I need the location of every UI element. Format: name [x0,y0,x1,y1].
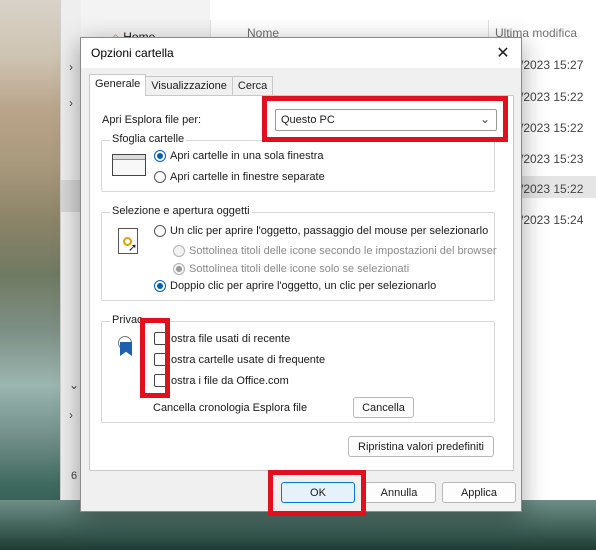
radio-single-click[interactable]: Un clic per aprire l'oggetto, passaggio … [154,225,488,237]
file-date: /2023 15:24 [520,213,584,227]
privacy-title: Privac [110,314,145,326]
chevron-right-icon[interactable]: › [69,408,73,422]
click-cursor-icon: ➚ [118,228,138,254]
checkbox-recent-files[interactable]: ostra file usati di recente [154,332,290,345]
radio-button[interactable] [154,171,166,183]
checkbox[interactable] [154,374,167,387]
radio-label: Un clic per aprire l'oggetto, passaggio … [170,225,489,237]
tab-cerca[interactable]: Cerca [231,76,274,96]
navigation-pane [61,0,81,500]
clear-history-button[interactable]: Cancella [353,397,414,418]
chevron-right-icon[interactable]: › [69,96,73,110]
radio-label: Sottolinea titoli delle icone secondo le… [189,245,497,257]
radio-same-window[interactable]: Apri cartelle in una sola finestra [154,150,323,162]
file-date: /2023 15:27 [520,58,584,72]
file-date: /2023 15:22 [520,182,584,196]
status-item-count: 6 [71,470,78,482]
radio-button[interactable] [173,245,185,257]
cancel-button[interactable]: Annulla [362,482,436,503]
radio-button[interactable] [173,263,185,275]
folder-window-icon [112,154,146,176]
open-explorer-label: Apri Esplora file per: [102,114,202,126]
tab-visualizzazione[interactable]: Visualizzazione [145,76,233,96]
checkbox[interactable] [154,353,167,366]
checkbox-label: ostra cartelle usate di frequente [171,353,326,366]
dialog-title: Opzioni cartella [91,46,174,60]
clear-history-label: Cancella cronologia Esplora file [153,402,308,414]
click-items-title: Selezione e apertura oggetti [110,205,252,217]
close-button[interactable]: ✕ [491,42,515,64]
checkbox[interactable] [154,332,167,345]
radio-separate-windows[interactable]: Apri cartelle in finestre separate [154,171,325,183]
radio-underline-hover[interactable]: Sottolinea titoli delle icone solo se se… [173,263,409,275]
open-explorer-value: Questo PC [281,114,335,126]
radio-button[interactable] [154,280,166,292]
apply-button[interactable]: Applica [442,482,516,503]
chevron-right-icon[interactable]: › [69,60,73,74]
restore-defaults-button[interactable]: Ripristina valori predefiniti [348,436,494,457]
radio-button[interactable] [154,150,166,162]
navigation-selected-item[interactable] [61,180,81,212]
open-explorer-select[interactable]: Questo PC ⌄ [275,109,497,131]
file-date: /2023 15:23 [520,152,584,166]
browse-folders-title: Sfoglia cartelle [110,133,187,145]
file-date: /2023 15:22 [520,121,584,135]
radio-label: Apri cartelle in finestre separate [170,171,325,183]
checkbox-label: ostra i file da Office.com [171,374,289,387]
tab-bar: Generale Visualizzazione Cerca [89,74,274,96]
radio-label: Sottolinea titoli delle icone solo se se… [189,263,410,275]
chevron-down-icon[interactable]: ⌄ [69,378,79,392]
radio-label: Apri cartelle in una sola finestra [170,150,324,162]
browse-folders-group: Sfoglia cartelle [101,133,495,192]
tab-generale[interactable]: Generale [89,74,147,96]
ok-button[interactable]: OK [281,482,355,503]
checkbox-frequent-folders[interactable]: ostra cartelle usate di frequente [154,353,325,366]
checkbox-office-files[interactable]: ostra i file da Office.com [154,374,289,387]
file-date: /2023 15:22 [520,90,584,104]
radio-button[interactable] [154,225,166,237]
radio-double-click[interactable]: Doppio clic per aprire l'oggetto, un cli… [154,280,436,292]
desktop-wallpaper [0,0,60,550]
checkbox-label: ostra file usati di recente [171,332,291,345]
privacy-icon [115,334,135,356]
chevron-down-icon: ⌄ [479,112,490,126]
radio-label: Doppio clic per aprire l'oggetto, un cli… [170,280,437,292]
dialog-titlebar[interactable]: Opzioni cartella ✕ [81,38,521,68]
radio-underline-browser[interactable]: Sottolinea titoli delle icone secondo le… [173,245,497,257]
folder-options-dialog: Opzioni cartella ✕ Generale Visualizzazi… [80,37,522,512]
close-icon: ✕ [496,45,510,62]
